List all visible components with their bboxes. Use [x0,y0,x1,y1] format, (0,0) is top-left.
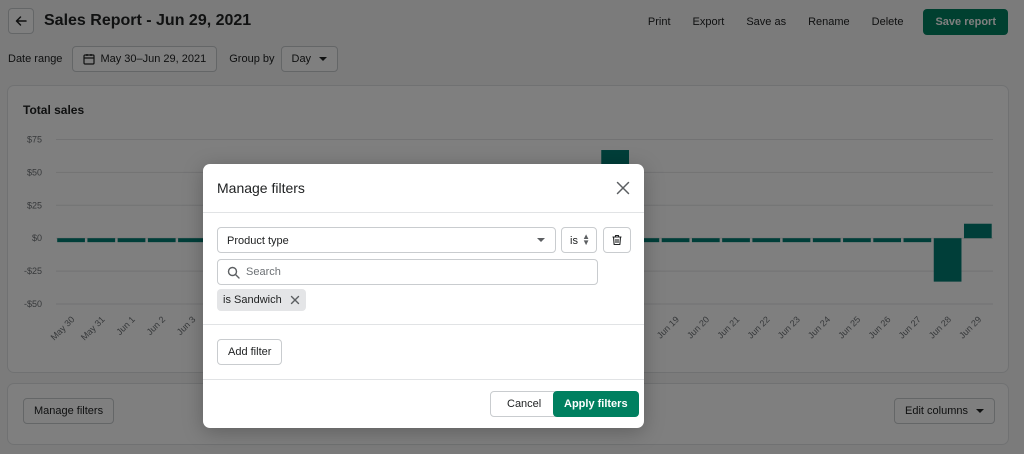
search-icon [227,266,240,279]
caret-down-icon [537,238,545,242]
trash-icon [612,234,622,246]
divider [203,324,644,325]
search-field[interactable] [217,259,598,285]
close-icon [290,295,299,305]
filter-operator-select[interactable]: is ▲ ▼ [561,227,597,253]
apply-filters-label: Apply filters [564,398,628,410]
add-filter-label: Add filter [228,346,272,358]
remove-tag-button[interactable] [290,295,300,305]
delete-filter-button[interactable] [603,227,631,253]
add-filter-button[interactable]: Add filter [217,339,283,365]
manage-filters-modal: Manage filters Product type is ▲▼ is San… [203,164,644,428]
filter-tag-label: is Sandwich [223,294,282,306]
search-input[interactable] [246,263,586,281]
filter-tag: is Sandwich [217,289,306,311]
close-icon [616,181,630,195]
cancel-button[interactable]: Cancel [490,391,559,417]
divider [203,379,644,380]
filter-operator-value: is [570,235,578,247]
select-arrows-icon: ▲ ▼ [582,232,590,247]
filter-field-value: Product type [227,235,289,247]
cancel-label: Cancel [507,398,542,410]
close-button[interactable] [615,180,631,196]
modal-title: Manage filters [217,180,305,196]
apply-filters-button[interactable]: Apply filters [553,391,639,417]
modal-header: Manage filters [203,164,644,213]
filter-field-select[interactable]: Product type [217,227,556,253]
